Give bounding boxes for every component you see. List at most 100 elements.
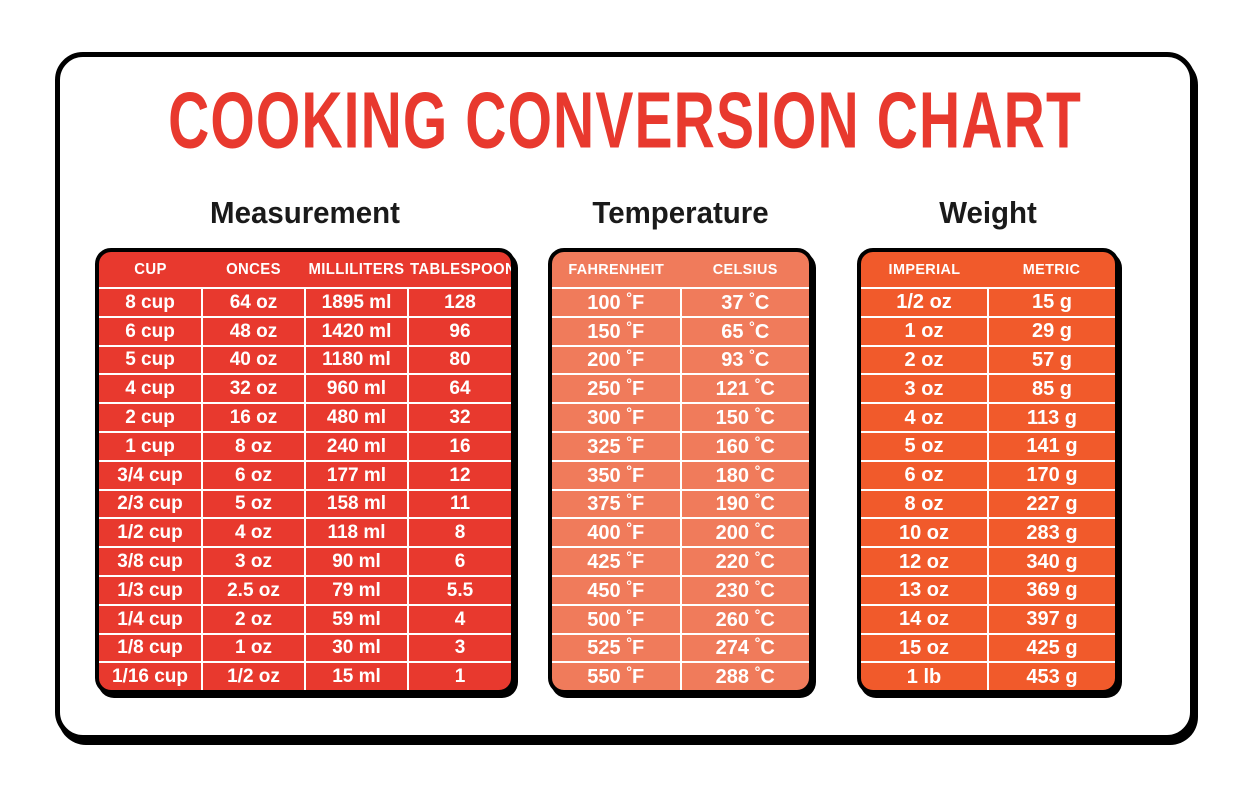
table-cell: 227 g [987, 488, 1115, 519]
table-row: 1/4 cup 2 oz 59 ml 4 [99, 603, 511, 634]
section-heading-weight: Weight [939, 195, 1037, 230]
table-cell: 8 oz [861, 488, 988, 519]
degree-symbol: ° [626, 406, 632, 423]
table-header-row: IMPERIAL METRIC [861, 252, 1115, 289]
table-cell: 1/2 cup [99, 517, 202, 548]
table-cell: 6 [407, 546, 511, 576]
table-cell: 128 [407, 288, 511, 317]
table-cell: 121 °C [679, 373, 809, 404]
table-cell: 15 g [987, 288, 1115, 317]
table-row: 1/8 cup 1 oz 30 ml 3 [99, 632, 511, 663]
table-cell: 425 °F [552, 546, 681, 576]
table-cell: 150 °C [679, 402, 809, 432]
degree-symbol: ° [626, 665, 632, 682]
table-row: 425 °F 220 °C [552, 546, 809, 576]
table-cell: 3 oz [861, 373, 988, 404]
table-row: 1/2 cup 4 oz 118 ml 8 [99, 517, 511, 548]
table-cell: 190 °C [679, 488, 809, 519]
degree-symbol: ° [754, 636, 761, 653]
table-cell: 10 oz [861, 517, 988, 548]
table-row: 1 lb 453 g [861, 661, 1115, 690]
table-cell: 1 [407, 661, 511, 690]
table-cell: 1895 ml [304, 288, 408, 317]
table-cell: 180 °C [679, 459, 809, 490]
table-cell: 170 g [987, 459, 1115, 490]
table-cell: 29 g [987, 315, 1115, 346]
measurement-table: CUP ONCES MILLILITERS TABLESPOONS 8 cup 6… [95, 248, 515, 694]
table-cell: 6 oz [201, 459, 305, 490]
table-cell: 1420 ml [304, 315, 408, 346]
table-cell: 1/2 oz [201, 661, 305, 690]
degree-symbol: ° [626, 636, 632, 653]
table-cell: 64 oz [201, 288, 305, 317]
table-row: 1/2 oz 15 g [861, 288, 1115, 317]
table-cell: 6 oz [861, 459, 988, 490]
weight-table-grid: IMPERIAL METRIC 1/2 oz 15 g1 oz 29 g2 oz 57… [861, 252, 1115, 690]
table-cell: 12 [407, 459, 511, 490]
table-cell: 450 °F [552, 574, 681, 605]
degree-symbol: ° [754, 521, 761, 538]
table-cell: 525 °F [552, 632, 681, 663]
degree-symbol: ° [749, 348, 755, 365]
table-cell: 6 cup [99, 315, 202, 346]
table-cell: 160 °C [679, 430, 809, 461]
table-row: 3 oz 85 g [861, 373, 1115, 404]
table-cell: 12 oz [861, 546, 988, 576]
table-cell: 220 °C [679, 546, 809, 576]
table-cell: 3/4 cup [99, 459, 202, 490]
column-header-onces: ONCES [204, 252, 303, 289]
table-cell: 274 °C [679, 632, 809, 663]
table-cell: 3/8 cup [99, 546, 202, 576]
degree-symbol: ° [626, 377, 632, 394]
table-cell: 1 oz [861, 315, 988, 346]
table-cell: 369 g [987, 574, 1115, 605]
table-cell: 118 ml [304, 517, 408, 548]
degree-symbol: ° [626, 434, 632, 451]
table-cell: 8 cup [125, 291, 175, 313]
table-cell: 1/2 oz [896, 291, 952, 314]
table-cell: 96 [407, 315, 511, 346]
table-cell: 2 oz [201, 603, 305, 634]
table-cell: 397 g [987, 603, 1115, 634]
table-cell: 2 oz [861, 344, 988, 375]
table-cell: 8 oz [201, 430, 305, 461]
table-row: 200 °F 93 °C [552, 344, 809, 375]
table-cell: 5 oz [201, 488, 305, 519]
table-row: 2/3 cup 5 oz 158 ml 11 [99, 488, 511, 519]
table-row: 10 oz 283 g [861, 517, 1115, 548]
table-cell: 16 oz [201, 402, 305, 432]
table-cell: 1180 ml [304, 344, 408, 375]
table-cell: 230 °C [679, 574, 809, 605]
table-row: 1 cup 8 oz 240 ml 16 [99, 430, 511, 461]
table-cell: 3 oz [201, 546, 305, 576]
table-row: 550 °F 288 °C [552, 661, 809, 690]
table-cell: 1/8 cup [99, 632, 202, 663]
table-row: 6 cup 48 oz 1420 ml 96 [99, 315, 511, 346]
column-header-tablespoons: TABLESPOONS [410, 252, 511, 289]
table-row: 1/3 cup 2.5 oz 79 ml 5.5 [99, 574, 511, 605]
table-cell: 288 °C [679, 661, 809, 690]
degree-symbol: ° [626, 578, 632, 595]
table-cell: 113 g [987, 402, 1115, 432]
section-heading-temperature: Temperature [592, 195, 769, 230]
table-cell: 100 °F [587, 290, 645, 314]
degree-symbol: ° [754, 665, 761, 682]
table-cell: 93 °C [679, 344, 809, 375]
degree-symbol: ° [626, 607, 632, 624]
table-row: 3/8 cup 3 oz 90 ml 6 [99, 546, 511, 576]
page-title: COOKING CONVERSION CHART [168, 76, 1082, 166]
table-cell: 240 ml [304, 430, 408, 461]
table-row: 1/16 cup 1/2 oz 15 ml 1 [99, 661, 511, 690]
measurement-table-head: CUP ONCES MILLILITERS TABLESPOONS [99, 252, 511, 289]
table-row: 14 oz 397 g [861, 603, 1115, 634]
table-cell: 13 oz [861, 574, 988, 605]
column-header-milliliters: MILLILITERS [307, 252, 406, 289]
table-cell: 57 g [987, 344, 1115, 375]
table-cell: 1/4 cup [99, 603, 202, 634]
measurement-table-body: 8 cup 64 oz 1895 ml 128 6 cup 48 oz 1420 ml 96 5… [99, 288, 511, 690]
table-row: 500 °F 260 °C [552, 603, 809, 634]
table-cell: 48 oz [201, 315, 305, 346]
degree-symbol: ° [754, 434, 761, 451]
table-cell: 1/3 cup [99, 574, 202, 605]
table-row: 13 oz 369 g [861, 574, 1115, 605]
